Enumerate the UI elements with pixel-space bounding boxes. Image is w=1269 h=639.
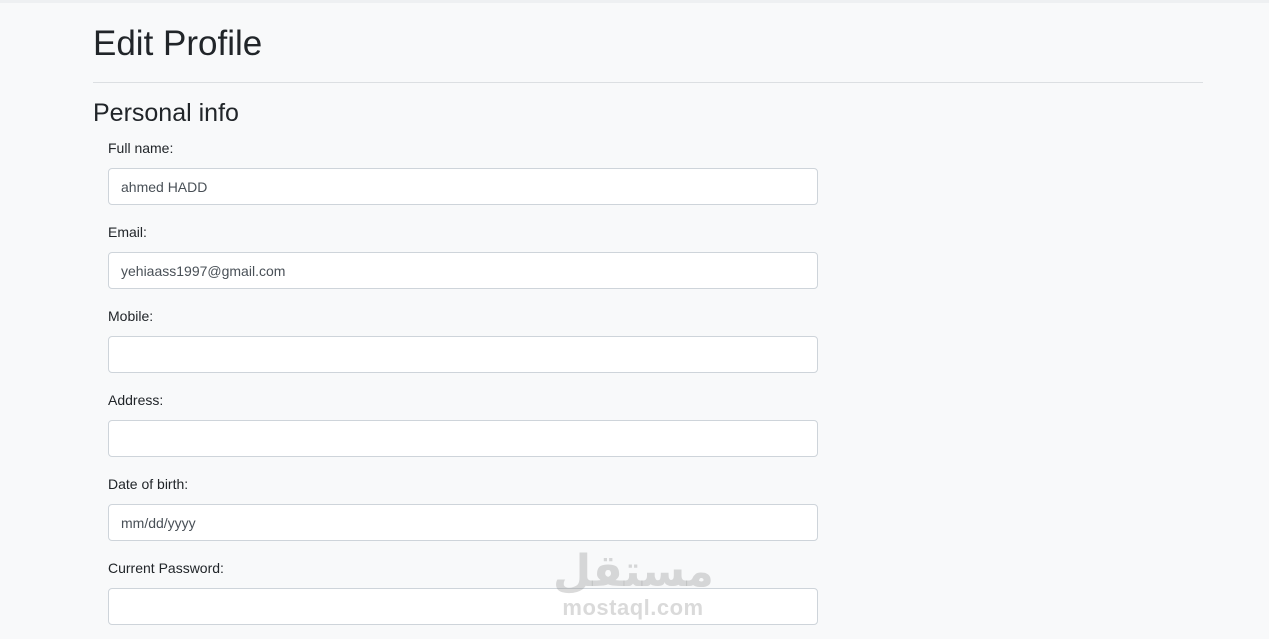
page-title: Edit Profile	[93, 24, 263, 63]
email-input[interactable]	[108, 252, 818, 289]
dob-label: Date of birth:	[108, 476, 189, 492]
title-divider	[93, 82, 1203, 83]
email-label: Email:	[108, 224, 147, 240]
address-input[interactable]	[108, 420, 818, 457]
full-name-input[interactable]	[108, 168, 818, 205]
full-name-label: Full name:	[108, 140, 174, 156]
current-password-label: Current Password:	[108, 560, 224, 576]
dob-input[interactable]	[108, 504, 818, 541]
address-label: Address:	[108, 392, 164, 408]
mobile-input[interactable]	[108, 336, 818, 373]
top-bar	[0, 0, 1269, 3]
current-password-input[interactable]	[108, 588, 818, 625]
mobile-label: Mobile:	[108, 308, 154, 324]
section-title: Personal info	[93, 99, 239, 127]
